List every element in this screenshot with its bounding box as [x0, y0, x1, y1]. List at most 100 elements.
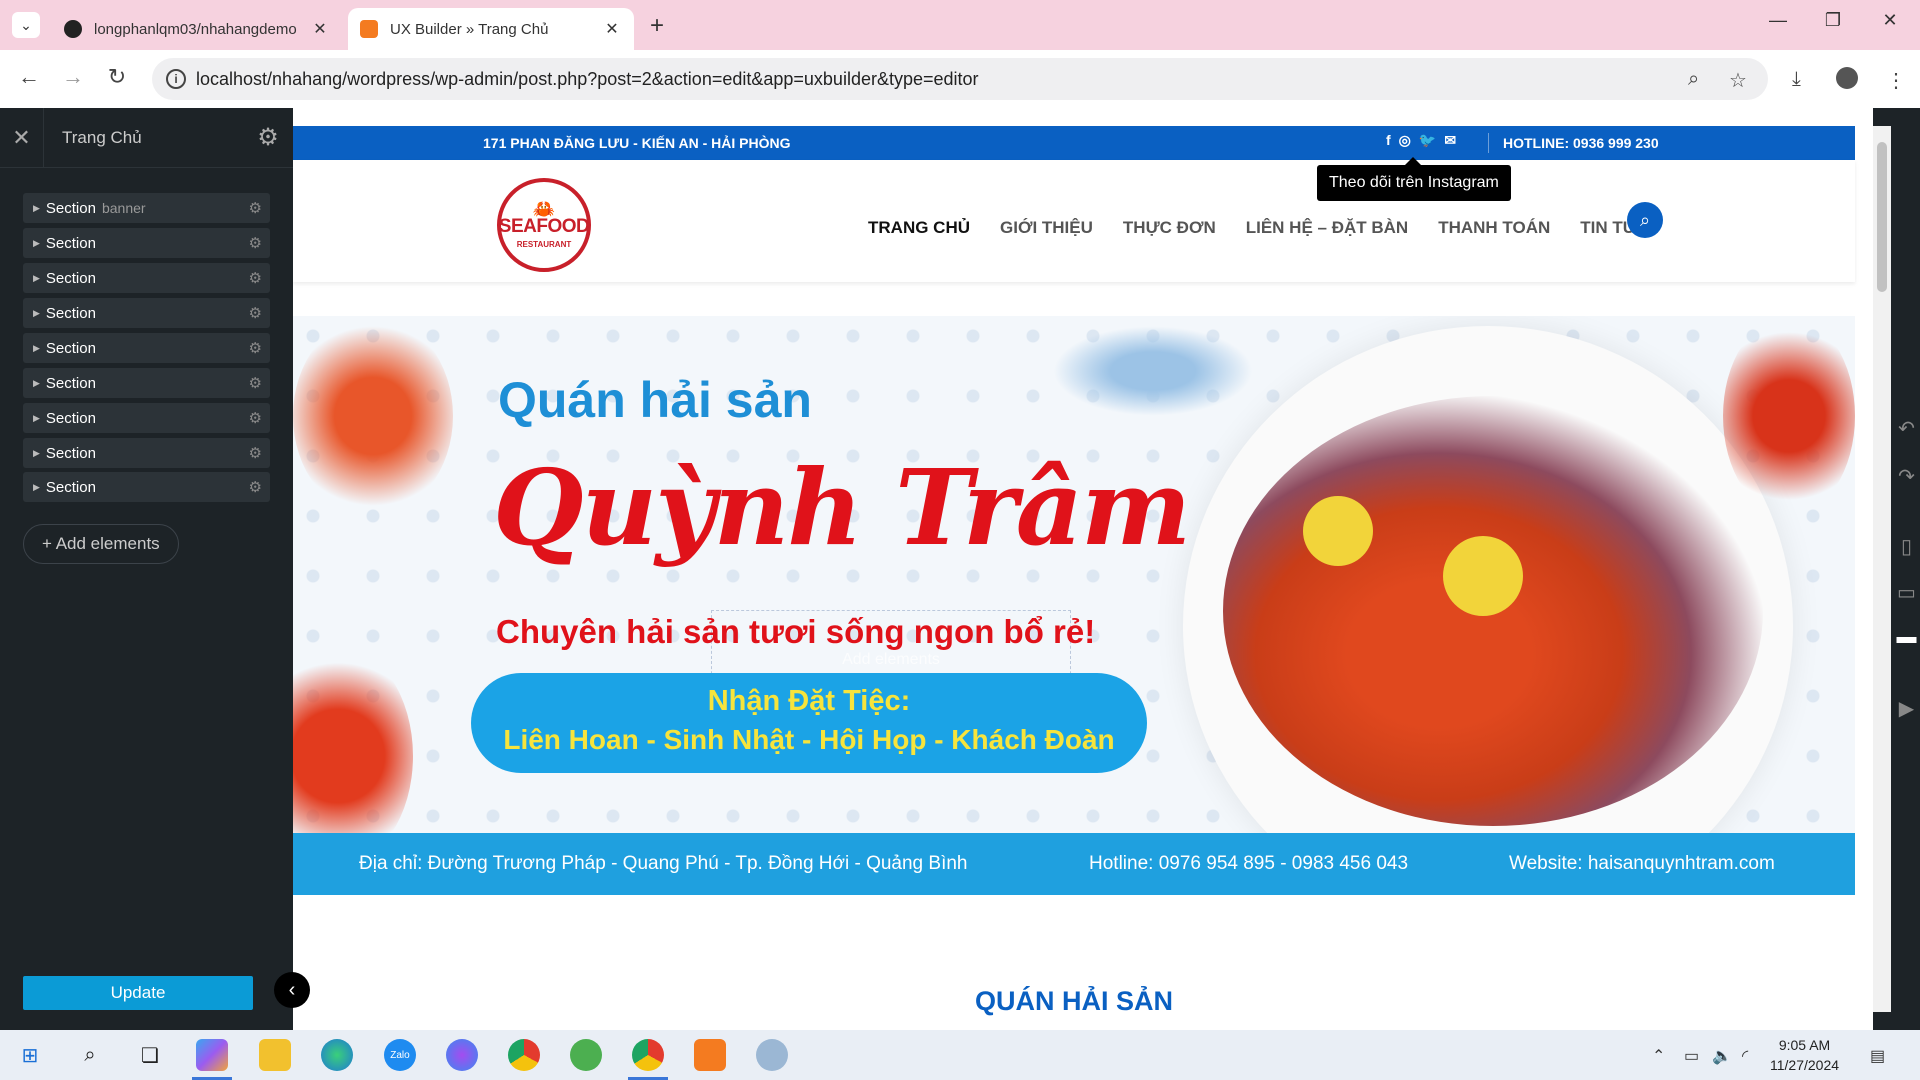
close-tab-icon[interactable]: ✕ — [602, 19, 622, 39]
section-settings-icon[interactable]: ⚙ — [249, 374, 262, 392]
desktop-view-icon[interactable]: ▬ — [1893, 626, 1920, 649]
preview-play-icon[interactable]: ▶ — [1893, 696, 1920, 721]
section-settings-icon[interactable]: ⚙ — [249, 444, 262, 462]
paint-icon[interactable] — [756, 1039, 788, 1071]
menu-item-thanh-toan[interactable]: THANH TOÁN — [1438, 218, 1550, 238]
section-settings-icon[interactable]: ⚙ — [249, 339, 262, 357]
expand-caret-icon[interactable]: ▶ — [33, 203, 40, 214]
menu-item-gioi-thieu[interactable]: GIỚI THIỆU — [1000, 218, 1093, 238]
menu-item-lien-he[interactable]: LIÊN HỆ – ĐẶT BÀN — [1246, 218, 1408, 238]
instagram-icon[interactable]: ◎ — [1399, 132, 1411, 149]
section-settings-icon[interactable]: ⚙ — [249, 409, 262, 427]
windows-start-icon[interactable]: ⊞ — [14, 1039, 46, 1071]
xampp-icon[interactable] — [694, 1039, 726, 1071]
zalo-icon[interactable]: Zalo — [384, 1039, 416, 1071]
back-icon[interactable]: ← — [14, 64, 44, 90]
bookmark-star-icon[interactable]: ☆ — [1729, 68, 1747, 93]
contact-info-bar: Địa chỉ: Đường Trương Pháp - Quang Phú -… — [293, 833, 1855, 895]
section-settings-icon[interactable]: ⚙ — [249, 478, 262, 496]
menu-item-trang-chu[interactable]: TRANG CHỦ — [868, 218, 970, 238]
section-settings-icon[interactable]: ⚙ — [249, 234, 262, 252]
close-builder-icon[interactable]: ✕ — [0, 107, 44, 168]
undo-icon[interactable]: ↶ — [1893, 416, 1920, 441]
restore-icon[interactable]: ❐ — [1813, 10, 1853, 31]
update-button[interactable]: Update — [23, 976, 253, 1010]
logo-text: SEAFOOD — [498, 215, 590, 237]
new-tab-button[interactable]: + — [650, 12, 664, 40]
section-item[interactable]: ▶ Section ⚙ — [23, 472, 270, 502]
zoom-icon[interactable]: ⌕ — [1688, 68, 1699, 91]
notifications-icon[interactable]: ▤ — [1870, 1046, 1885, 1066]
mobile-view-icon[interactable]: ▯ — [1893, 534, 1920, 559]
expand-caret-icon[interactable]: ▶ — [33, 413, 40, 424]
tablet-view-icon[interactable]: ▭ — [1893, 580, 1920, 605]
battery-icon[interactable]: ▭ — [1684, 1046, 1699, 1066]
scrollbar-thumb[interactable] — [1877, 142, 1887, 292]
booking-title: Nhận Đặt Tiệc: — [707, 685, 911, 717]
section-item[interactable]: ▶ Section ⚙ — [23, 403, 270, 433]
tab-search-chevron-icon[interactable]: ⌄ — [12, 12, 40, 38]
expand-caret-icon[interactable]: ▶ — [33, 482, 40, 493]
chrome-active-icon[interactable] — [632, 1039, 664, 1071]
task-view-icon[interactable]: ❏ — [134, 1039, 166, 1071]
section-label: Section — [45, 478, 96, 496]
close-tab-icon[interactable]: ✕ — [310, 19, 330, 39]
wifi-icon[interactable]: ◜ — [1742, 1046, 1748, 1066]
tray-chevron-icon[interactable]: ⌃ — [1652, 1046, 1665, 1066]
search-icon[interactable]: ⌕ — [1627, 202, 1663, 238]
section-item-banner[interactable]: ▶ Section banner ⚙ — [23, 193, 270, 223]
section-sub-label: banner — [101, 200, 146, 216]
settings-gear-icon[interactable]: ⚙ — [243, 123, 293, 152]
reload-icon[interactable]: ↻ — [102, 64, 132, 90]
tab-github[interactable]: longphanlqm03/nhahangdemo ✕ — [52, 8, 342, 50]
section-label: Section — [45, 444, 96, 462]
address-bar[interactable]: i localhost/nhahang/wordpress/wp-admin/p… — [152, 58, 1768, 100]
section-item[interactable]: ▶ Section ⚙ — [23, 368, 270, 398]
expand-caret-icon[interactable]: ▶ — [33, 273, 40, 284]
menu-dots-icon[interactable]: ⋮ — [1886, 68, 1906, 93]
collapse-panel-chevron-icon[interactable]: ‹ — [274, 972, 310, 1008]
section-label: Section — [45, 409, 96, 427]
seafood-logo[interactable]: 🦀 SEAFOOD RESTAURANT — [497, 178, 591, 272]
messenger-icon[interactable] — [446, 1039, 478, 1071]
forward-icon[interactable]: → — [58, 64, 88, 90]
search-icon[interactable]: ⌕ — [74, 1039, 106, 1071]
volume-icon[interactable]: 🔈 — [1712, 1046, 1732, 1066]
section-item[interactable]: ▶ Section ⚙ — [23, 333, 270, 363]
canvas-scrollbar[interactable] — [1873, 126, 1891, 1012]
menu-item-thuc-don[interactable]: THỰC ĐƠN — [1123, 218, 1216, 238]
section-label: Section — [45, 374, 96, 392]
close-window-icon[interactable]: ✕ — [1870, 10, 1910, 31]
site-info-icon[interactable]: i — [166, 69, 186, 89]
add-elements-button[interactable]: + Add elements — [23, 524, 179, 564]
expand-caret-icon[interactable]: ▶ — [33, 238, 40, 249]
redo-icon[interactable]: ↷ — [1893, 464, 1920, 489]
booking-events: Liên Hoan - Sinh Nhật - Hội Họp - Khách … — [503, 724, 1115, 755]
expand-caret-icon[interactable]: ▶ — [33, 448, 40, 459]
minimize-icon[interactable]: — — [1758, 10, 1798, 31]
section-settings-icon[interactable]: ⚙ — [249, 304, 262, 322]
email-icon[interactable]: ✉ — [1444, 132, 1456, 149]
section-item[interactable]: ▶ Section ⚙ — [23, 438, 270, 468]
section-settings-icon[interactable]: ⚙ — [249, 269, 262, 287]
profile-avatar[interactable] — [1836, 67, 1858, 89]
file-explorer-icon[interactable] — [259, 1039, 291, 1071]
download-icon[interactable]: ⤓ — [1792, 68, 1801, 91]
tab-ux-builder[interactable]: UX Builder » Trang Chủ ✕ — [348, 8, 634, 50]
section-item[interactable]: ▶ Section ⚙ — [23, 263, 270, 293]
expand-caret-icon[interactable]: ▶ — [33, 378, 40, 389]
system-clock[interactable]: 9:05 AM 11/27/2024 — [1770, 1035, 1839, 1075]
expand-caret-icon[interactable]: ▶ — [33, 343, 40, 354]
edge-icon[interactable] — [321, 1039, 353, 1071]
expand-caret-icon[interactable]: ▶ — [33, 308, 40, 319]
twitter-icon[interactable]: 🐦 — [1419, 132, 1436, 149]
section-label: Section — [45, 199, 96, 217]
section-item[interactable]: ▶ Section ⚙ — [23, 298, 270, 328]
hero-banner[interactable]: Quán hải sản Quỳnh Trâm Add elements Chu… — [293, 316, 1855, 833]
app-icon[interactable] — [570, 1039, 602, 1071]
section-settings-icon[interactable]: ⚙ — [249, 199, 262, 217]
copilot-icon[interactable] — [196, 1039, 228, 1071]
facebook-icon[interactable]: f — [1386, 132, 1391, 149]
chrome-icon[interactable] — [508, 1039, 540, 1071]
section-item[interactable]: ▶ Section ⚙ — [23, 228, 270, 258]
